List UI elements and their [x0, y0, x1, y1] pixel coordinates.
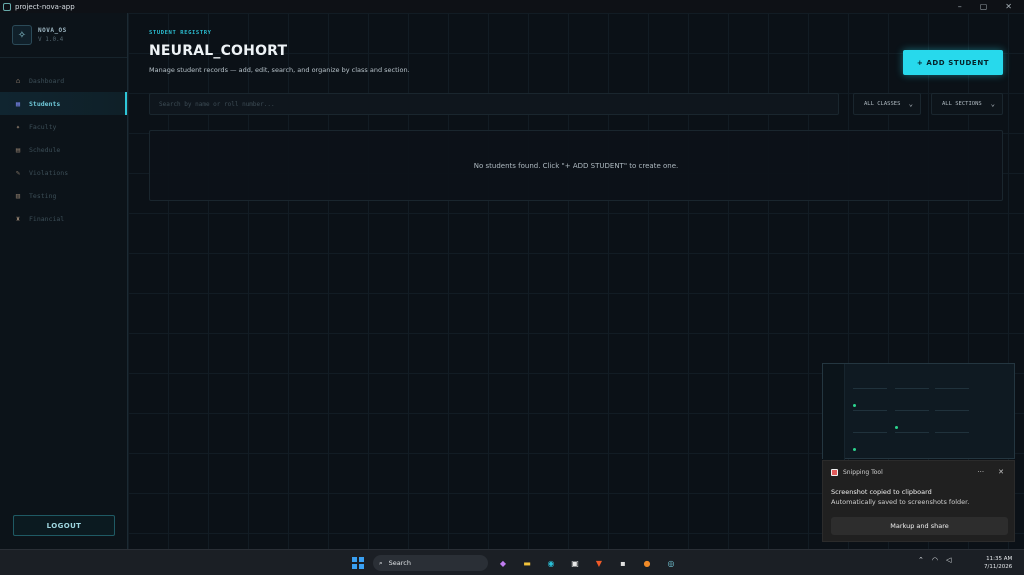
- toast-actions: ··· ✕: [977, 468, 1004, 476]
- thumbnail-card: [853, 432, 887, 446]
- faculty-icon: ✦: [15, 122, 21, 131]
- store-icon[interactable]: ▣: [568, 556, 582, 570]
- sidebar-item-schedule[interactable]: ▤ Schedule: [0, 138, 127, 161]
- section-filter-value: ALL SECTIONS: [942, 101, 982, 107]
- students-icon: ▦: [15, 99, 21, 108]
- sidebar-item-violations[interactable]: ✎ Violations: [0, 161, 127, 184]
- sidebar-item-label: Dashboard: [29, 76, 65, 85]
- windows-start-icon[interactable]: [352, 557, 364, 569]
- page-eyebrow: STUDENT REGISTRY: [149, 30, 212, 36]
- more-options-button[interactable]: ···: [977, 468, 984, 476]
- sidebar-item-label: Schedule: [29, 145, 61, 154]
- section-filter-select[interactable]: ALL SECTIONS ⌄: [931, 93, 1003, 115]
- sidebar-divider: [0, 57, 127, 58]
- search-input[interactable]: Search by name or roll number...: [149, 93, 839, 115]
- thumbnail-card: [853, 410, 887, 424]
- sidebar-item-label: Financial: [29, 214, 65, 223]
- sidebar: ✧ NOVA_OS V 1.0.4 ⌂ Dashboard ▦ Students ✦ Fa…: [0, 13, 128, 549]
- volume-icon[interactable]: ◁: [946, 556, 951, 564]
- class-filter-value: ALL CLASSES: [864, 101, 901, 107]
- firefox-icon[interactable]: ●: [640, 556, 654, 570]
- toast-header: Snipping Tool: [831, 469, 883, 476]
- sidebar-nav: ⌂ Dashboard ▦ Students ✦ Faculty ▤ Schedule ✎ Vio…: [0, 69, 127, 230]
- page-title: NEURAL_COHORT: [149, 43, 288, 59]
- thumbnail-card: [935, 388, 969, 402]
- thumbnail-card: [853, 388, 887, 402]
- thumbnail-sidebar: [823, 364, 845, 460]
- brand-name: NOVA_OS: [38, 27, 67, 34]
- window-title-bar: project-nova-app – ▢ ✕: [0, 0, 1024, 13]
- chevron-up-icon[interactable]: ⌃: [918, 556, 924, 564]
- home-icon: ⌂: [15, 76, 21, 85]
- empty-state-message: No students found. Click "+ ADD STUDENT"…: [473, 161, 679, 170]
- brave-icon[interactable]: ▼: [592, 556, 606, 570]
- chevron-down-icon: ⌄: [990, 100, 995, 108]
- thumbnail-card: [935, 432, 969, 446]
- wifi-icon[interactable]: ◠: [932, 556, 938, 564]
- thumbnail-dot: [853, 404, 856, 407]
- sidebar-item-dashboard[interactable]: ⌂ Dashboard: [0, 69, 127, 92]
- toast-app-name: Snipping Tool: [843, 469, 883, 476]
- window-controls: – ▢ ✕: [958, 2, 1024, 11]
- minimize-button[interactable]: –: [958, 2, 962, 11]
- dna-logo-icon: ✧: [12, 25, 32, 45]
- class-filter-select[interactable]: ALL CLASSES ⌄: [853, 93, 921, 115]
- file-explorer-icon[interactable]: ▬: [520, 556, 534, 570]
- taskbar: ⌕ Search ◆ ▬ ◉ ▣ ▼ ▪ ● ◎ ⌃ ◠ ◁ 11:35 AM 7/11/20…: [0, 549, 1024, 575]
- add-student-button[interactable]: + ADD STUDENT: [903, 50, 1003, 75]
- snipping-tool-icon: [831, 469, 838, 476]
- markup-and-share-button[interactable]: Markup and share: [831, 517, 1008, 535]
- money-bag-icon: ♜: [15, 214, 21, 223]
- terminal-icon[interactable]: ▪: [616, 556, 630, 570]
- nova-app-icon[interactable]: ◎: [664, 556, 678, 570]
- screenshot-thumbnail[interactable]: [822, 363, 1015, 460]
- page-subtitle: Manage student records — add, edit, sear…: [149, 66, 410, 74]
- sidebar-item-label: Faculty: [29, 122, 57, 131]
- sidebar-item-label: Testing: [29, 191, 57, 200]
- taskbar-search-label: Search: [388, 559, 411, 567]
- clock-date: 7/11/2026: [984, 564, 1013, 570]
- maximize-button[interactable]: ▢: [980, 2, 988, 11]
- thumbnail-dot: [895, 426, 898, 429]
- chevron-down-icon: ⌄: [908, 100, 913, 108]
- thumbnail-card: [895, 410, 929, 424]
- window-title: project-nova-app: [15, 2, 75, 11]
- copilot-icon[interactable]: ◆: [496, 556, 510, 570]
- sidebar-item-financial[interactable]: ♜ Financial: [0, 207, 127, 230]
- sidebar-item-faculty[interactable]: ✦ Faculty: [0, 115, 127, 138]
- system-tray: ⌃ ◠ ◁: [918, 556, 951, 564]
- snipping-tool-toast: Snipping Tool ··· ✕ Screenshot copied to…: [822, 460, 1015, 542]
- clipboard-icon: ▥: [15, 191, 21, 200]
- thumbnail-card: [895, 388, 929, 402]
- brand-version: V 1.0.4: [38, 36, 64, 43]
- thumbnail-card: [935, 410, 969, 424]
- toast-detail: Automatically saved to screenshots folde…: [831, 498, 970, 506]
- sidebar-item-students[interactable]: ▦ Students: [0, 92, 127, 115]
- thumbnail-card: [895, 432, 929, 446]
- close-button[interactable]: ✕: [1005, 2, 1012, 11]
- search-icon: ⌕: [379, 558, 383, 567]
- toast-close-button[interactable]: ✕: [998, 468, 1004, 476]
- empty-state-panel: No students found. Click "+ ADD STUDENT"…: [149, 130, 1003, 201]
- calendar-icon: ▤: [15, 145, 21, 154]
- thumbnail-dot: [853, 448, 856, 451]
- taskbar-clock[interactable]: 11:35 AM 7/11/2026: [984, 555, 1012, 571]
- brand: ✧ NOVA_OS V 1.0.4: [12, 25, 67, 45]
- sidebar-item-label: Violations: [29, 168, 69, 177]
- sidebar-item-label: Students: [29, 99, 61, 108]
- edge-icon[interactable]: ◉: [544, 556, 558, 570]
- toast-message: Screenshot copied to clipboard: [831, 488, 932, 496]
- sidebar-item-testing[interactable]: ▥ Testing: [0, 184, 127, 207]
- pencil-icon: ✎: [15, 168, 21, 177]
- logout-button[interactable]: LOGOUT: [13, 515, 115, 536]
- clock-time: 11:35 AM: [986, 556, 1013, 562]
- taskbar-search[interactable]: ⌕ Search: [373, 555, 488, 571]
- app-icon: [3, 2, 11, 11]
